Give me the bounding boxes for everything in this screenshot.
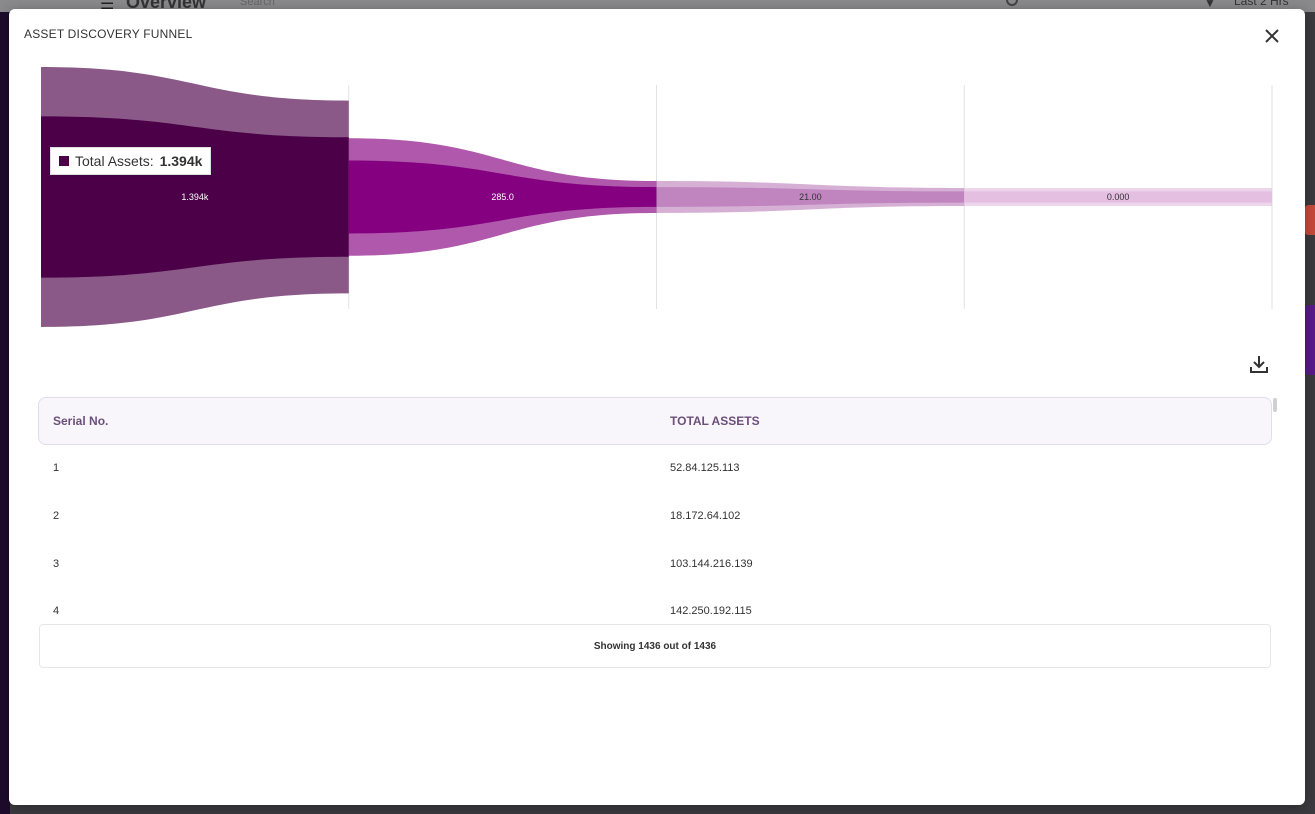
background-search: Search	[240, 0, 275, 8]
tooltip-series-name: Total Assets:	[75, 153, 154, 169]
background-date-range: Last 2 Hrs	[1234, 0, 1289, 8]
scrollbar-thumb[interactable]	[1273, 398, 1277, 412]
table-row: 3 103.144.216.139	[38, 540, 1272, 588]
chart-tooltip: Total Assets: 1.394k	[50, 147, 212, 175]
funnel-stage-label: 1.394k	[181, 192, 209, 202]
column-header-serial[interactable]: Serial No.	[53, 414, 108, 428]
table-header: Serial No. TOTAL ASSETS	[38, 397, 1272, 445]
asset-cell: 52.84.125.113	[670, 462, 740, 474]
funnel-stage-label: 21.00	[799, 192, 822, 202]
funnel-stage-label: 0.000	[1107, 192, 1130, 202]
column-header-total-assets[interactable]: TOTAL ASSETS	[670, 414, 760, 428]
tooltip-value: 1.394k	[159, 153, 203, 169]
download-icon	[1250, 356, 1268, 373]
table-row: 2 18.172.64.102	[38, 492, 1272, 540]
serial-cell: 3	[53, 558, 60, 570]
asset-cell: 18.172.64.102	[670, 510, 741, 522]
asset-cell: 103.144.216.139	[670, 558, 753, 570]
assets-table: Serial No. TOTAL ASSETS 1 52.84.125.113 …	[38, 397, 1277, 668]
tooltip-swatch	[59, 156, 69, 166]
table-footer: Showing 1436 out of 1436	[39, 624, 1271, 668]
asset-cell: 142.250.192.115	[670, 605, 752, 617]
serial-cell: 1	[53, 462, 60, 474]
funnel-stage-label: 285.0	[491, 192, 514, 202]
table-row: 1 52.84.125.113	[38, 444, 1272, 492]
serial-cell: 2	[53, 510, 60, 522]
serial-cell: 4	[53, 605, 60, 617]
asset-discovery-modal: ASSET DISCOVERY FUNNEL 1.394k 285.0 21.00 0…	[9, 9, 1305, 805]
table-body: 1 52.84.125.113 2 18.172.64.102 3 103.14…	[38, 444, 1272, 624]
table-row: 4 142.250.192.115	[38, 587, 1272, 624]
download-button[interactable]	[1249, 353, 1269, 375]
search-icon	[1006, 0, 1018, 6]
